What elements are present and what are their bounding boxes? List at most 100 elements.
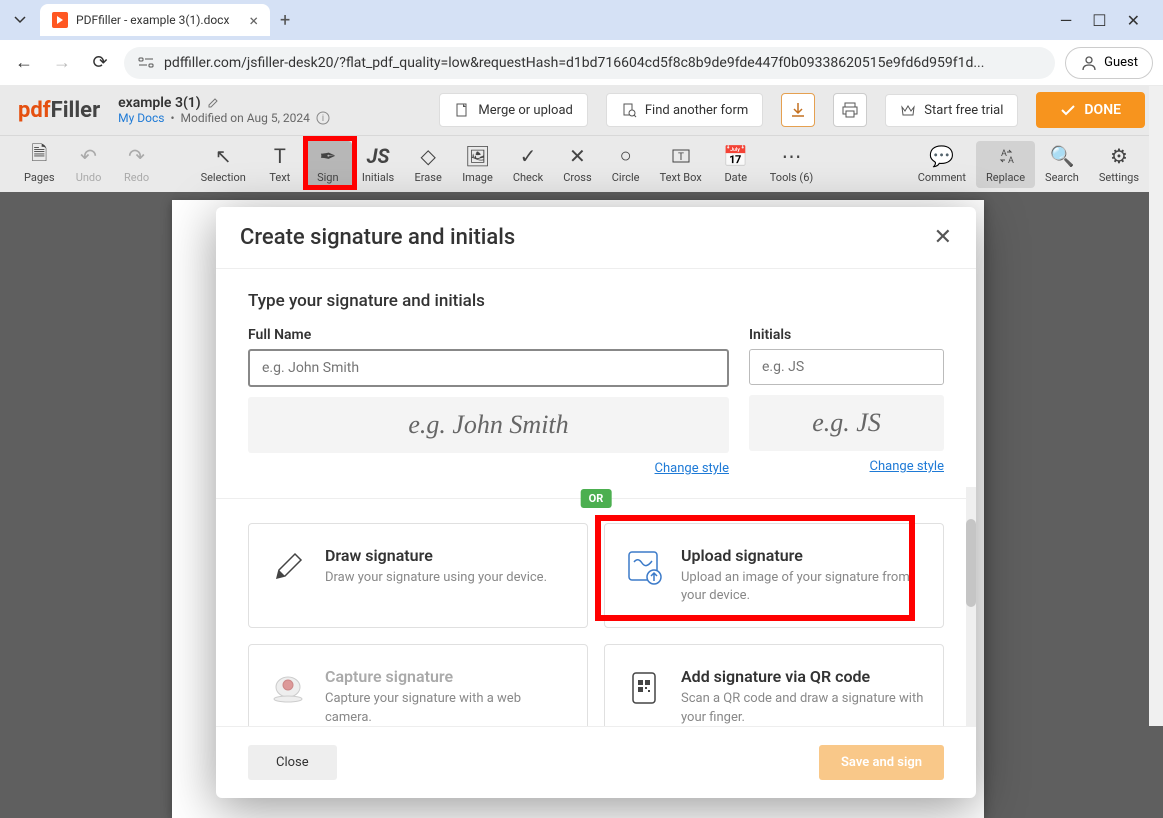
page-scrollbar[interactable] xyxy=(1149,86,1163,726)
change-style-link[interactable]: Change style xyxy=(248,461,729,476)
modal-header: Create signature and initials ✕ xyxy=(216,207,976,269)
doc-subtitle: My Docs • Modified on Aug 5, 2024 i xyxy=(118,111,421,125)
svg-text:i: i xyxy=(322,114,324,124)
calendar-icon: 📅 xyxy=(723,145,748,167)
settings-tool[interactable]: ⚙Settings xyxy=(1089,141,1149,188)
modal-footer: Close Save and sign xyxy=(216,726,976,798)
camera-icon xyxy=(267,667,309,709)
cross-tool[interactable]: ✕Cross xyxy=(553,141,601,188)
done-button[interactable]: DONE xyxy=(1036,92,1145,128)
draw-signature-card[interactable]: Draw signature Draw your signature using… xyxy=(248,523,588,628)
search-tool[interactable]: 🔍Search xyxy=(1035,141,1089,188)
erase-icon: ◇ xyxy=(420,145,435,167)
edit-icon[interactable] xyxy=(207,97,219,109)
search-doc-icon xyxy=(621,102,637,118)
tools-menu[interactable]: ⋯Tools (6) xyxy=(760,141,823,188)
close-button[interactable]: Close xyxy=(248,745,337,780)
pages-icon: 🗎 xyxy=(31,145,47,167)
site-settings-icon[interactable] xyxy=(138,56,154,70)
search-icon: 🔍 xyxy=(1049,145,1074,167)
logo[interactable]: pdfFiller xyxy=(18,98,100,123)
text-tool[interactable]: TText xyxy=(256,141,304,188)
trial-button[interactable]: Start free trial xyxy=(885,94,1018,127)
print-button[interactable] xyxy=(833,93,867,127)
merge-button[interactable]: Merge or upload xyxy=(439,93,587,127)
initials-preview: e.g. JS xyxy=(749,395,944,451)
comment-icon: 💬 xyxy=(929,145,954,167)
fullname-group: Full Name e.g. John Smith Change style xyxy=(248,327,729,476)
redo-tool[interactable]: ↷Redo xyxy=(113,141,161,188)
sign-tool[interactable]: ✒Sign xyxy=(304,141,352,188)
signature-modal: Create signature and initials ✕ Type you… xyxy=(216,207,976,798)
capture-signature-card: Capture signature Capture your signature… xyxy=(248,644,588,726)
qr-icon xyxy=(623,667,665,709)
capture-title: Capture signature xyxy=(325,667,569,686)
cross-icon: ✕ xyxy=(569,145,586,167)
initials-tool[interactable]: JSInitials xyxy=(352,141,404,188)
gear-icon: ⚙ xyxy=(1110,145,1128,167)
pencil-icon xyxy=(267,546,309,588)
check-icon xyxy=(1060,103,1076,117)
qr-signature-card[interactable]: Add signature via QR code Scan a QR code… xyxy=(604,644,944,726)
info-icon[interactable]: i xyxy=(316,111,330,125)
save-button[interactable]: Save and sign xyxy=(819,745,944,780)
app-header: pdfFiller example 3(1) My Docs • Modifie… xyxy=(0,85,1163,135)
modal-scrollbar[interactable] xyxy=(966,487,976,727)
erase-tool[interactable]: ◇Erase xyxy=(404,141,452,188)
tab-bar: PDFfiller - example 3(1).docx × + — ☐ ✕ xyxy=(0,0,1163,40)
browser-tab[interactable]: PDFfiller - example 3(1).docx × xyxy=(40,4,270,36)
person-icon xyxy=(1080,54,1098,72)
modal-title: Create signature and initials xyxy=(240,225,515,250)
initials-input[interactable] xyxy=(749,349,944,385)
close-window-icon[interactable]: ✕ xyxy=(1127,11,1140,30)
selection-tool[interactable]: ↖Selection xyxy=(191,141,256,188)
svg-text:A: A xyxy=(1001,149,1007,159)
change-style-link[interactable]: Change style xyxy=(749,459,944,474)
fullname-input[interactable] xyxy=(248,349,729,387)
close-icon[interactable]: × xyxy=(249,11,258,30)
print-icon xyxy=(841,101,859,119)
section-title: Type your signature and initials xyxy=(248,291,944,311)
image-tool[interactable]: 🖼Image xyxy=(452,141,503,188)
crown-icon xyxy=(900,103,916,117)
text-icon: T xyxy=(274,145,286,167)
tab-title: PDFfiller - example 3(1).docx xyxy=(76,13,241,27)
pages-tool[interactable]: 🗎Pages xyxy=(14,141,65,188)
check-tool[interactable]: ✓Check xyxy=(503,141,553,188)
document-icon xyxy=(454,102,470,118)
upload-signature-card[interactable]: Upload signature Upload an image of your… xyxy=(604,523,944,628)
new-tab-button[interactable]: + xyxy=(280,10,290,31)
replace-icon: AA xyxy=(996,145,1016,167)
find-button[interactable]: Find another form xyxy=(606,93,763,127)
download-button[interactable] xyxy=(781,93,815,127)
replace-tool[interactable]: AAReplace xyxy=(976,141,1035,188)
textbox-tool[interactable]: TText Box xyxy=(650,141,712,188)
feather-icon: ✒ xyxy=(319,145,336,167)
forward-icon: → xyxy=(48,52,76,73)
redo-icon: ↷ xyxy=(128,145,145,167)
maximize-icon[interactable]: ☐ xyxy=(1092,11,1106,30)
minimize-icon[interactable]: — xyxy=(1060,11,1073,30)
tab-dropdown[interactable] xyxy=(8,8,32,32)
svg-text:T: T xyxy=(678,152,684,163)
url-bar[interactable]: pdffiller.com/jsfiller-desk20/?flat_pdf_… xyxy=(124,47,1055,79)
back-icon[interactable]: ← xyxy=(10,52,38,73)
textbox-icon: T xyxy=(671,145,691,167)
guest-button[interactable]: Guest xyxy=(1065,47,1153,79)
window-controls: — ☐ ✕ xyxy=(1060,11,1155,30)
comment-tool[interactable]: 💬Comment xyxy=(908,141,976,188)
address-bar: ← → ⟳ pdffiller.com/jsfiller-desk20/?fla… xyxy=(0,40,1163,85)
my-docs-link[interactable]: My Docs xyxy=(118,111,164,125)
guest-label: Guest xyxy=(1104,55,1138,70)
circle-tool[interactable]: ○Circle xyxy=(602,141,650,188)
reload-icon[interactable]: ⟳ xyxy=(86,52,114,73)
date-tool[interactable]: 📅Date xyxy=(712,141,760,188)
draw-title: Draw signature xyxy=(325,546,547,565)
qr-title: Add signature via QR code xyxy=(681,667,925,686)
scrollbar-thumb[interactable] xyxy=(966,519,976,607)
cursor-icon: ↖ xyxy=(215,145,232,167)
undo-tool[interactable]: ↶Undo xyxy=(65,141,113,188)
initials-group: Initials e.g. JS Change style xyxy=(749,327,944,476)
type-section: Type your signature and initials Full Na… xyxy=(216,269,976,488)
close-icon[interactable]: ✕ xyxy=(934,225,952,250)
